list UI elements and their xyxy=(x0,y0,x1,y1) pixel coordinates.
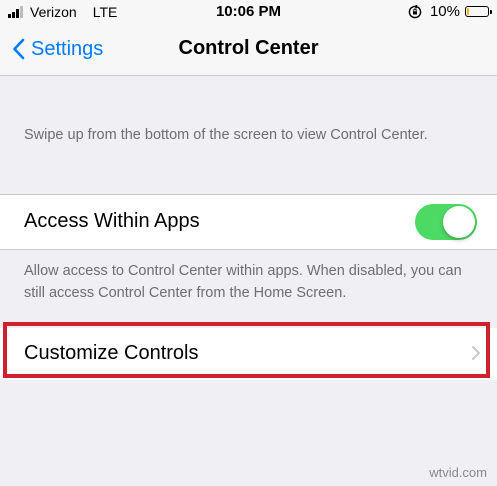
access-note: Allow access to Control Center within ap… xyxy=(24,263,462,301)
battery-percent: 10% xyxy=(429,3,460,20)
access-within-apps-toggle[interactable] xyxy=(415,204,477,240)
battery-level-fill xyxy=(467,8,469,15)
page-title: Control Center xyxy=(178,37,319,59)
toggle-knob xyxy=(443,206,475,238)
access-within-apps-label: Access Within Apps xyxy=(24,210,200,232)
highlight-frame xyxy=(3,322,490,378)
watermark: wtvid.com xyxy=(429,465,487,480)
status-right: 10% xyxy=(408,3,492,20)
status-bar: Verizon LTE 10:06 PM 10% xyxy=(0,0,497,24)
navigation-bar: Settings Control Center xyxy=(0,24,497,76)
battery-icon xyxy=(465,6,492,17)
rotation-lock-icon xyxy=(408,4,422,18)
intro-note: Swipe up from the bottom of the screen t… xyxy=(24,127,428,143)
access-within-apps-cell: Access Within Apps xyxy=(0,194,497,250)
